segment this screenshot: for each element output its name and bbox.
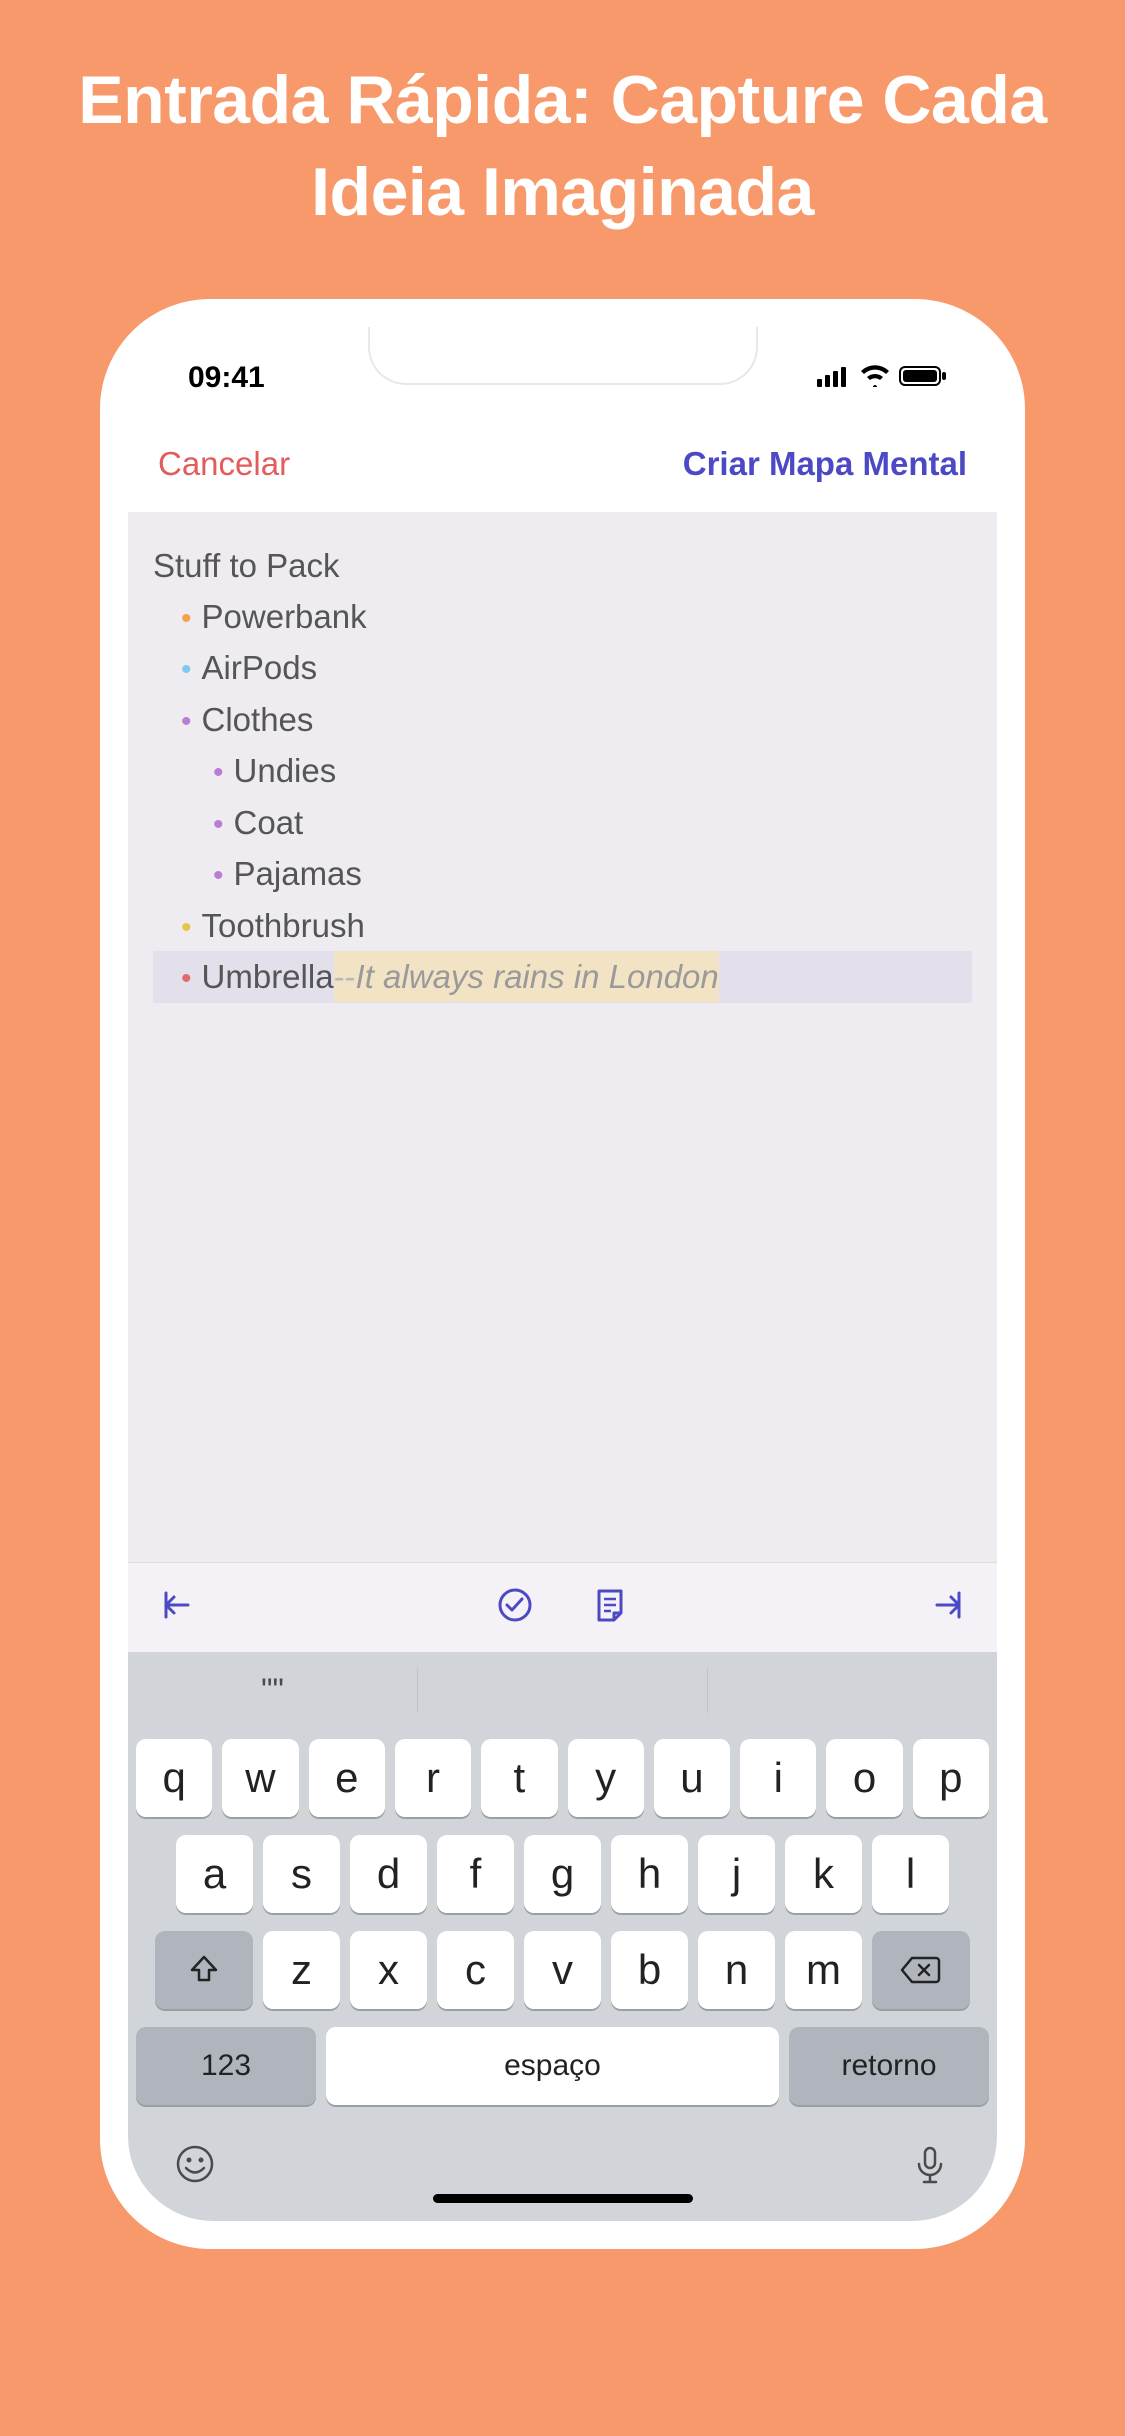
key-k[interactable]: k bbox=[785, 1835, 862, 1913]
key-v[interactable]: v bbox=[524, 1931, 601, 2009]
key-s[interactable]: s bbox=[263, 1835, 340, 1913]
phone-screen: 09:41 Cancelar Criar Mapa Mental Stuff t… bbox=[128, 327, 997, 2221]
key-t[interactable]: t bbox=[481, 1739, 557, 1817]
key-x[interactable]: x bbox=[350, 1931, 427, 2009]
keyboard: "" q w e r t y u i o p a s d f g bbox=[128, 1652, 997, 2221]
key-y[interactable]: y bbox=[568, 1739, 644, 1817]
notch bbox=[368, 327, 758, 385]
key-h[interactable]: h bbox=[611, 1835, 688, 1913]
list-item: •Clothes bbox=[153, 694, 972, 746]
key-j[interactable]: j bbox=[698, 1835, 775, 1913]
shift-key[interactable] bbox=[155, 1931, 253, 2009]
status-time: 09:41 bbox=[188, 361, 265, 395]
emoji-icon[interactable] bbox=[173, 2142, 217, 2191]
key-q[interactable]: q bbox=[136, 1739, 212, 1817]
outline-title: Stuff to Pack bbox=[153, 540, 972, 591]
key-i[interactable]: i bbox=[740, 1739, 816, 1817]
checkmark-circle-icon[interactable] bbox=[495, 1585, 535, 1630]
list-item-selected: •Umbrella -- It always rains in London bbox=[153, 951, 972, 1003]
key-c[interactable]: c bbox=[437, 1931, 514, 2009]
space-key[interactable]: espaço bbox=[326, 2027, 779, 2105]
home-indicator bbox=[433, 2194, 693, 2203]
list-item: •Toothbrush bbox=[153, 900, 972, 952]
text-editor[interactable]: Stuff to Pack •Powerbank •AirPods •Cloth… bbox=[128, 512, 997, 1562]
indent-icon[interactable] bbox=[929, 1585, 969, 1630]
suggestion-bar: "" bbox=[128, 1652, 997, 1730]
numbers-key[interactable]: 123 bbox=[136, 2027, 316, 2105]
battery-icon bbox=[899, 361, 947, 395]
list-item: •AirPods bbox=[153, 642, 972, 694]
key-o[interactable]: o bbox=[826, 1739, 902, 1817]
backspace-icon bbox=[900, 1954, 942, 1986]
key-u[interactable]: u bbox=[654, 1739, 730, 1817]
promo-headline: Entrada Rápida: Capture Cada Ideia Imagi… bbox=[78, 55, 1046, 239]
shift-icon bbox=[186, 1952, 222, 1988]
key-w[interactable]: w bbox=[222, 1739, 298, 1817]
key-m[interactable]: m bbox=[785, 1931, 862, 2009]
key-f[interactable]: f bbox=[437, 1835, 514, 1913]
outdent-icon[interactable] bbox=[156, 1585, 196, 1630]
return-key[interactable]: retorno bbox=[789, 2027, 989, 2105]
mic-icon[interactable] bbox=[908, 2142, 952, 2191]
editor-toolbar bbox=[128, 1562, 997, 1652]
nav-bar: Cancelar Criar Mapa Mental bbox=[128, 417, 997, 512]
suggestion[interactable] bbox=[708, 1668, 997, 1713]
phone-frame: 09:41 Cancelar Criar Mapa Mental Stuff t… bbox=[100, 299, 1025, 2249]
list-item: •Undies bbox=[153, 745, 972, 797]
key-g[interactable]: g bbox=[524, 1835, 601, 1913]
list-item: •Powerbank bbox=[153, 591, 972, 643]
key-z[interactable]: z bbox=[263, 1931, 340, 2009]
key-d[interactable]: d bbox=[350, 1835, 427, 1913]
key-e[interactable]: e bbox=[309, 1739, 385, 1817]
key-n[interactable]: n bbox=[698, 1931, 775, 2009]
list-item: •Pajamas bbox=[153, 848, 972, 900]
key-p[interactable]: p bbox=[913, 1739, 989, 1817]
create-mindmap-button[interactable]: Criar Mapa Mental bbox=[683, 445, 967, 483]
key-r[interactable]: r bbox=[395, 1739, 471, 1817]
key-b[interactable]: b bbox=[611, 1931, 688, 2009]
cancel-button[interactable]: Cancelar bbox=[158, 445, 290, 483]
key-a[interactable]: a bbox=[176, 1835, 253, 1913]
backspace-key[interactable] bbox=[872, 1931, 970, 2009]
suggestion[interactable] bbox=[418, 1668, 708, 1713]
wifi-icon bbox=[859, 361, 891, 395]
list-item: •Coat bbox=[153, 797, 972, 849]
suggestion[interactable]: "" bbox=[128, 1668, 418, 1713]
note-icon[interactable] bbox=[590, 1585, 630, 1630]
cellular-icon bbox=[817, 361, 851, 395]
key-l[interactable]: l bbox=[872, 1835, 949, 1913]
